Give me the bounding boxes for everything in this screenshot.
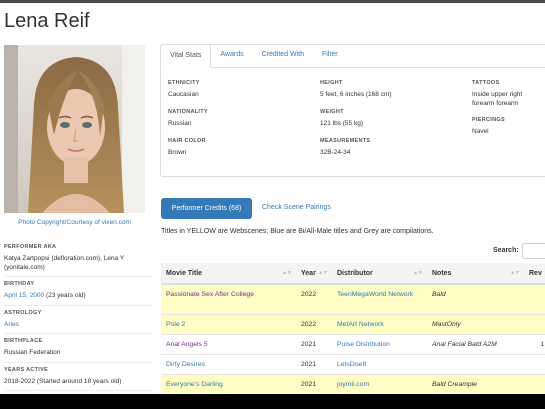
photo-credit[interactable]: Photo Copyright/Courtesy of vixen.com — [4, 219, 145, 227]
search-input[interactable] — [522, 243, 545, 259]
performer-photo-image — [4, 45, 145, 213]
stat-hair-color: HAIR COLOR Brown — [168, 138, 206, 158]
sort-icon: ▲▼ — [413, 270, 423, 276]
table-row: Pole 2 2022 MetArt Network MastOnly — [161, 314, 545, 335]
birthday-age: (23 years old) — [45, 292, 86, 299]
stat-value-measurements: 32B-24-34 — [320, 149, 351, 156]
distributor-link[interactable]: TeenMegaWorld Network — [332, 284, 427, 315]
movie-rev — [524, 284, 545, 315]
tab-credited-with[interactable]: Credited With — [253, 44, 313, 68]
movie-year: 2021 — [296, 374, 332, 394]
sort-icon: ▲▼ — [510, 270, 520, 276]
stat-label-nationality: NATIONALITY — [168, 109, 208, 115]
column-header-rev[interactable]: Rev — [524, 263, 545, 285]
stat-value-nationality: Russian — [168, 120, 192, 127]
fact-value-years-active: 2018-2022 (Started around 18 years old) — [4, 378, 152, 391]
fact-label-aka: PERFORMER AKA — [4, 244, 57, 250]
stat-value-ethnicity: Caucasian — [168, 91, 199, 98]
stat-value-piercings: Navel — [472, 128, 489, 135]
stat-measurements: MEASUREMENTS 32B-24-34 — [320, 138, 370, 158]
movie-rev — [524, 374, 545, 394]
birthday-link[interactable]: April 15, 2000 — [4, 292, 44, 299]
stat-label-hair-color: HAIR COLOR — [168, 138, 206, 144]
movie-title-link[interactable]: Dirty Desires — [161, 354, 296, 375]
movie-year: 2021 — [296, 354, 332, 375]
table-row: Dirty Desires 2021 LetsDoeIt — [161, 354, 545, 375]
fact-value-birthplace: Russian Federation — [4, 349, 152, 363]
distributor-link[interactable]: MetArt Network — [332, 314, 427, 335]
stat-nationality: NATIONALITY Russian — [168, 109, 208, 129]
stat-value-weight: 121 lbs (55 kg) — [320, 120, 363, 127]
performer-credits-button[interactable]: Performer Credits (68) — [161, 198, 252, 219]
movie-title-link[interactable]: Anal Angels 5 — [161, 334, 296, 355]
movie-notes: Bald Creampie — [427, 374, 524, 394]
tab-filter[interactable]: Filter — [313, 44, 347, 68]
stat-tattoos: TATTOOS Inside upper right forearm forea… — [472, 80, 545, 108]
stat-label-tattoos: TATTOOS — [472, 80, 500, 86]
movie-year: 2021 — [296, 334, 332, 355]
top-border — [0, 0, 545, 3]
movie-title-link[interactable]: Everyone's Darling — [161, 374, 296, 394]
stat-piercings: PIERCINGS Navel — [472, 117, 505, 137]
page-title: Lena Reif — [4, 10, 90, 32]
column-header-year[interactable]: Year ▲▼ — [296, 263, 332, 285]
movie-notes: Anal Facial Bald A2M — [427, 334, 524, 355]
fact-label-astrology: ASTROLOGY — [4, 309, 42, 316]
distributor-link[interactable]: LetsDoeIt — [332, 354, 427, 375]
movie-year: 2022 — [296, 284, 332, 315]
movie-notes: Bald — [427, 284, 524, 315]
stat-label-measurements: MEASUREMENTS — [320, 138, 371, 144]
column-header-distributor[interactable]: Distributor ▲▼ — [332, 263, 427, 285]
fact-value-aka: Katya Zartpopsi (defloration.com), Lena … — [4, 255, 152, 277]
stat-value-tattoos: Inside upper right forearm forearm — [472, 91, 523, 107]
sort-icon: ▲▼ — [318, 270, 328, 276]
movie-notes: MastOnly — [427, 314, 524, 335]
table-row: Everyone's Darling 2021 joymii.com Bald … — [161, 374, 545, 394]
stat-value-hair-color: Brown — [168, 149, 187, 156]
movie-year: 2022 — [296, 314, 332, 335]
performer-facts: PERFORMER AKA Katya Zartpopsi (deflorati… — [4, 240, 152, 391]
stat-label-height: HEIGHT — [320, 80, 343, 86]
distributor-link[interactable]: joymii.com — [332, 374, 427, 394]
stat-value-height: 5 feet, 6 inches (168 cm) — [320, 91, 392, 98]
sort-icon: ▲▼ — [282, 270, 292, 276]
stat-label-ethnicity: ETHNICITY — [168, 80, 200, 86]
movie-rev — [524, 354, 545, 375]
column-header-movie-title[interactable]: Movie Title ▲▼ — [161, 263, 296, 285]
fact-label-birthplace: BIRTHPLACE — [4, 338, 43, 344]
page: Lena Reif Photo Copyright/Courtesy of vi… — [0, 0, 545, 394]
stat-ethnicity: ETHNICITY Caucasian — [168, 80, 200, 100]
fact-label-birthday: BIRTHDAY — [4, 281, 35, 287]
stat-label-piercings: PIERCINGS — [472, 117, 505, 123]
movie-rev — [524, 314, 545, 335]
movie-title-link[interactable]: Pole 2 — [161, 314, 296, 335]
tab-vital-stats[interactable]: Vital Stats — [160, 44, 212, 68]
search-label: Search: — [493, 247, 519, 254]
column-header-notes[interactable]: Notes ▲▼ — [427, 263, 524, 285]
stat-weight: WEIGHT 121 lbs (55 kg) — [320, 109, 363, 129]
fact-value-astrology[interactable]: Aries — [4, 321, 152, 334]
movie-notes — [427, 354, 524, 375]
stat-height: HEIGHT 5 feet, 6 inches (168 cm) — [320, 80, 392, 100]
movie-title-link[interactable]: Passionate Sex After College — [161, 284, 296, 315]
movie-rev: 1 — [524, 334, 545, 355]
tab-awards[interactable]: Awards — [211, 44, 252, 68]
table-row: Passionate Sex After College 2022 TeenMe… — [161, 284, 545, 315]
table-header-row: Movie Title ▲▼ Year ▲▼ Distributor ▲▼ Notes… — [161, 263, 545, 285]
scene-pairings-link[interactable]: Check Scene Pairings — [262, 204, 331, 211]
table-row: Anal Angels 5 2021 Pulse Distribution An… — [161, 334, 545, 355]
stat-label-weight: WEIGHT — [320, 109, 344, 115]
stats-tabs: Vital Stats Awards Credited With Filter — [160, 44, 347, 68]
fact-label-years-active: YEARS ACTIVE — [4, 366, 49, 373]
credits-legend: Titles in YELLOW are Webscenes; Blue are… — [161, 228, 434, 235]
distributor-link[interactable]: Pulse Distribution — [332, 334, 427, 355]
performer-photo[interactable] — [4, 45, 145, 213]
fact-value-birthday: April 15, 2000 (23 years old) — [4, 292, 152, 306]
credits-table: Movie Title ▲▼ Year ▲▼ Distributor ▲▼ Notes… — [161, 263, 545, 394]
